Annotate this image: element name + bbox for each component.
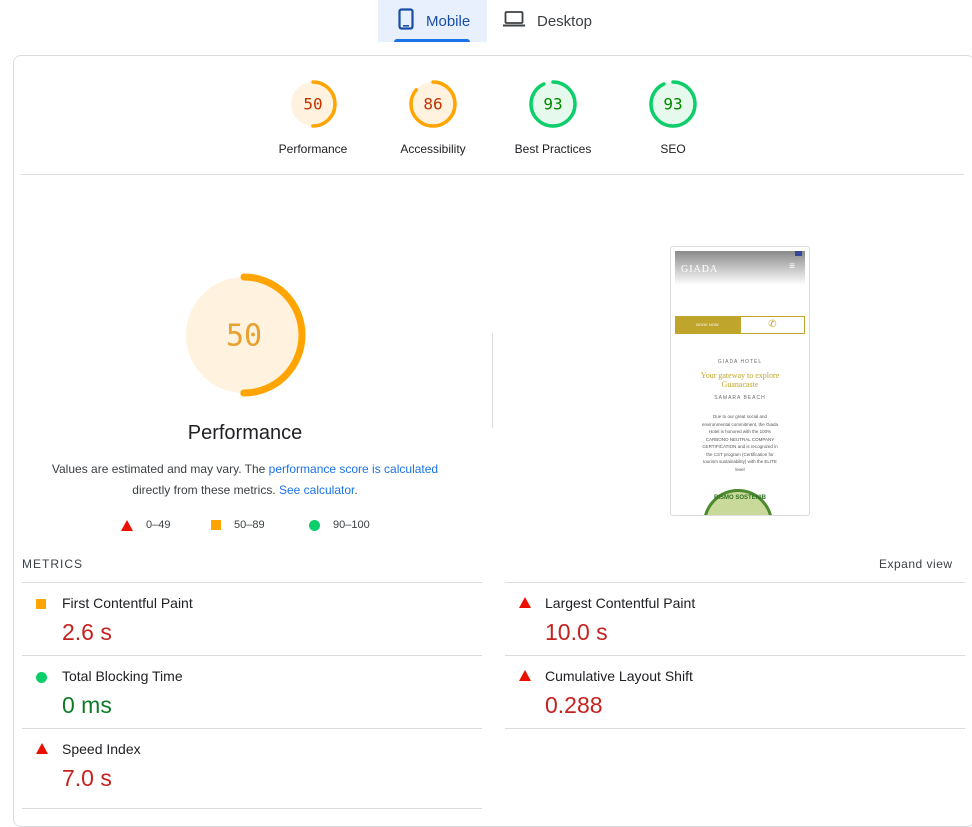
metric-value: 0 ms <box>62 692 112 718</box>
gauge-label: Performance <box>278 142 348 156</box>
gauge-performance-ring: 50 <box>289 80 337 128</box>
pass-circle-icon <box>309 519 320 531</box>
gauge-performance[interactable]: 50 Performance <box>258 78 368 156</box>
tab-desktop[interactable]: Desktop <box>503 0 603 42</box>
desc-text: directly from these metrics. <box>132 483 279 497</box>
headline-line: Your gateway to explore <box>700 371 780 380</box>
metric-name: Total Blocking Time <box>62 668 183 684</box>
legend-range: 50–89 <box>234 519 265 531</box>
site-body-text: Due to our great social and environmenta… <box>701 414 779 472</box>
metric-si: Speed Index 7.0 s <box>22 728 482 801</box>
gauge-label: Best Practices <box>514 142 592 156</box>
desc-text: Values are estimated and may vary. The <box>51 462 269 476</box>
legend-pass: 90–100 <box>309 519 370 531</box>
expand-view-button[interactable]: Expand view <box>879 557 953 571</box>
fail-triangle-icon <box>519 597 531 608</box>
site-headline: Your gateway to explore Guanacaste <box>671 371 809 389</box>
gauge-score: 50 <box>226 319 262 354</box>
legend-range: 90–100 <box>333 519 370 531</box>
gauge-score: 86 <box>423 95 442 114</box>
metric-lcp: Largest Contentful Paint 10.0 s <box>505 582 965 655</box>
tab-mobile[interactable]: Mobile <box>378 0 487 42</box>
site-hotel-name: GIADA HOTEL <box>717 359 763 365</box>
site-place: SAMARA BEACH <box>714 395 766 401</box>
tab-mobile-label: Mobile <box>426 12 471 30</box>
metric-value: 2.6 s <box>62 619 112 645</box>
fail-triangle-icon <box>121 519 133 531</box>
badge-text: RISMO SOSTENIB <box>714 495 767 501</box>
average-square-icon <box>211 520 221 530</box>
see-calculator-link[interactable]: See calculator <box>279 483 354 497</box>
gauge-label: SEO <box>660 142 686 156</box>
metric-value: 7.0 s <box>62 765 112 791</box>
metric-fcp: First Contentful Paint 2.6 s <box>22 582 482 655</box>
site-book-button: BOOK NOW <box>675 316 740 334</box>
site-logo: GIADA <box>681 264 719 275</box>
gauge-score: 93 <box>543 95 562 114</box>
gauge-score: 93 <box>663 95 682 114</box>
headline-line: Guanacaste <box>721 380 759 389</box>
score-gauges: 50 Performance 86 Accessibility 93 Best … <box>0 78 972 158</box>
gauge-accessibility-ring: 86 <box>409 80 457 128</box>
legend-fail: 0–49 <box>121 519 170 531</box>
legend-average: 50–89 <box>211 519 265 531</box>
gauge-seo-ring: 93 <box>649 80 697 128</box>
site-header: GIADA ≡ <box>675 251 805 285</box>
score-calculated-link[interactable]: performance score is calculated <box>269 462 438 476</box>
metric-name: Cumulative Layout Shift <box>545 668 693 684</box>
gauge-best-practices-ring: 93 <box>529 80 577 128</box>
metric-name: First Contentful Paint <box>62 595 193 611</box>
performance-gauge: 50 <box>182 273 306 397</box>
metric-value: 0.288 <box>545 692 603 718</box>
device-tabs: Mobile Desktop <box>0 0 972 44</box>
average-square-icon <box>36 599 46 609</box>
metric-name: Largest Contentful Paint <box>545 595 696 611</box>
metric-tbt: Total Blocking Time 0 ms <box>22 655 482 728</box>
vertical-divider <box>492 333 493 428</box>
sustainability-badge: RISMO SOSTENIB <box>703 489 773 515</box>
performance-title: Performance <box>187 422 303 444</box>
tab-desktop-label: Desktop <box>537 12 593 30</box>
final-screenshot[interactable]: GIADA ≡ BOOK NOW ✆ GIADA HOTEL Your gate… <box>670 246 810 516</box>
divider <box>22 808 482 809</box>
gauge-label: Accessibility <box>400 142 466 156</box>
flag-icon <box>795 251 802 256</box>
phone-call-icon: ✆ <box>740 316 805 334</box>
phone-icon <box>398 8 414 34</box>
fail-triangle-icon <box>36 743 48 754</box>
pass-circle-icon <box>36 672 47 683</box>
desc-text: . <box>354 483 358 497</box>
gauge-seo[interactable]: 93 SEO <box>618 78 728 156</box>
metric-value: 10.0 s <box>545 619 608 645</box>
active-tab-indicator <box>394 39 470 42</box>
metric-name: Speed Index <box>62 741 141 757</box>
metric-cls: Cumulative Layout Shift 0.288 <box>505 655 965 728</box>
laptop-icon <box>503 11 525 31</box>
fail-triangle-icon <box>519 670 531 681</box>
divider <box>21 174 964 175</box>
gauge-score: 50 <box>303 95 322 114</box>
hamburger-icon: ≡ <box>789 261 795 272</box>
gauge-best-practices[interactable]: 93 Best Practices <box>498 78 608 156</box>
divider <box>505 728 965 729</box>
gauge-accessibility[interactable]: 86 Accessibility <box>378 78 488 156</box>
performance-description: Values are estimated and may vary. The p… <box>40 459 450 501</box>
metrics-heading: METRICS <box>22 557 83 571</box>
legend-range: 0–49 <box>146 519 171 531</box>
